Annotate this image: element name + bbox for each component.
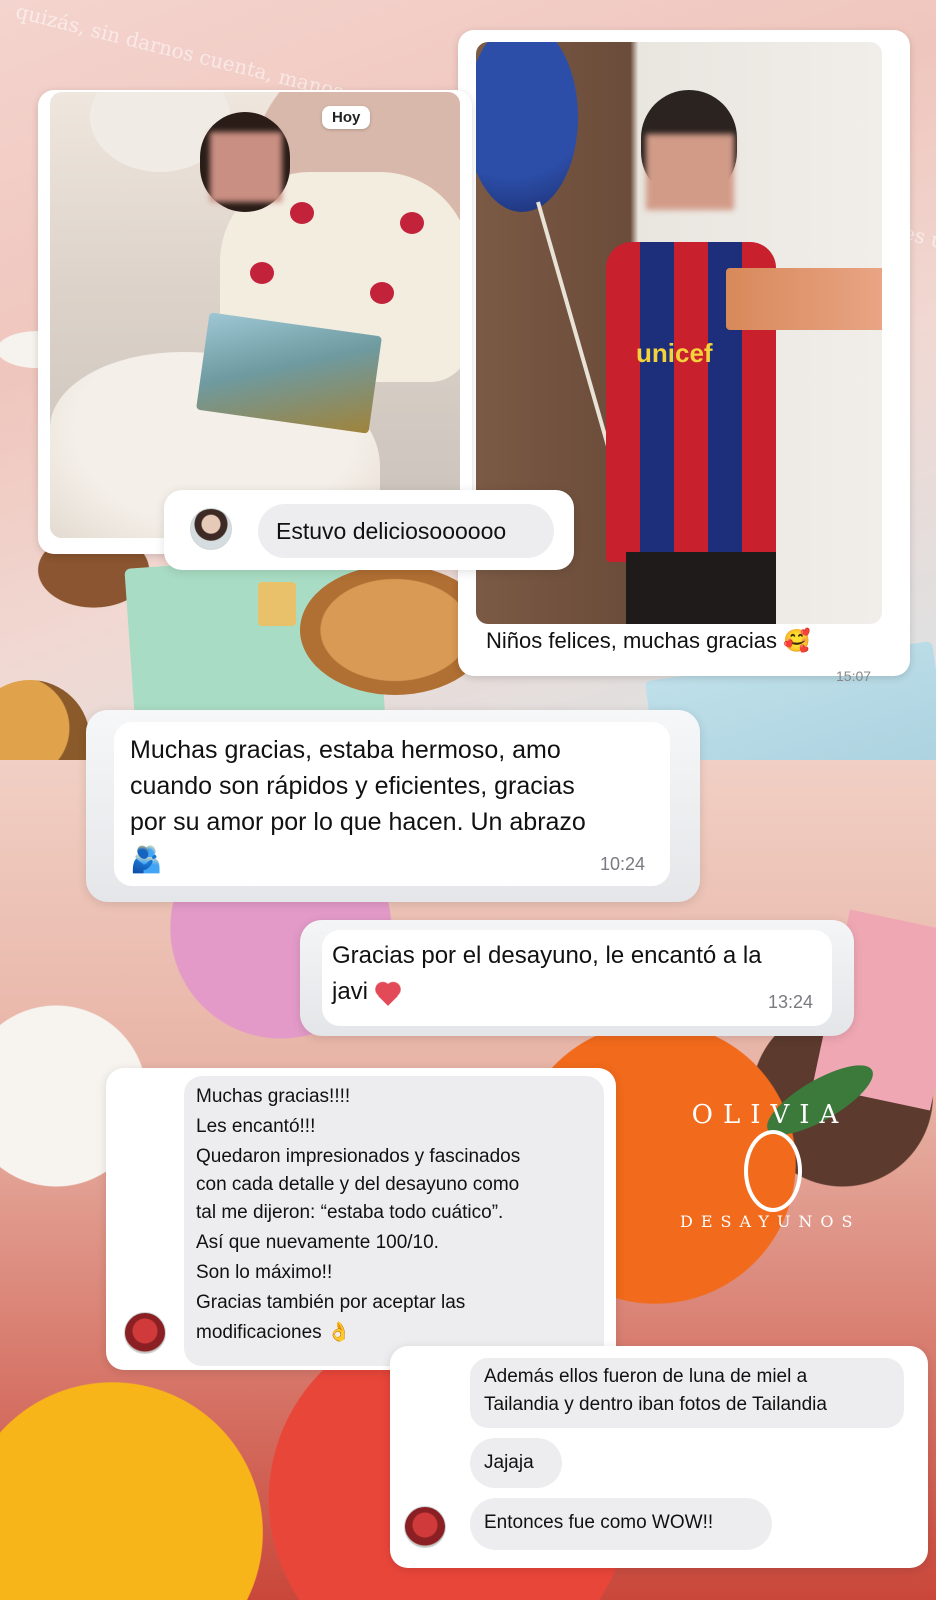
message-line: tal me dijeron: “estaba todo cuático”. bbox=[196, 1202, 504, 1223]
message-line: javi bbox=[332, 978, 401, 1006]
shirt-text: unicef bbox=[636, 338, 713, 368]
chat-screenshot-2: Muchas gracias, estaba hermoso, amo cuan… bbox=[86, 710, 700, 902]
message-text: Jajaja bbox=[484, 1452, 534, 1473]
olivia-desayunos-logo: OLIVIA DESAYUNOS bbox=[680, 1082, 860, 1262]
photo-caption: Niños felices, muchas gracias 🥰 bbox=[486, 628, 811, 653]
blurred-face bbox=[646, 134, 734, 210]
message-line: cuando son rápidos y eficientes, gracias bbox=[130, 772, 575, 800]
message-line: Quedaron impresionados y fascinados bbox=[196, 1146, 521, 1167]
logo-bottom-text: DESAYUNOS bbox=[680, 1212, 861, 1231]
chat-screenshot-1: Estuvo deliciosoooooo bbox=[164, 490, 574, 570]
message-line: Son lo máximo!! bbox=[196, 1262, 333, 1283]
boy-pants bbox=[626, 552, 776, 624]
message-line: Gracias también por aceptar las bbox=[196, 1292, 466, 1313]
message-line: Además ellos fueron de luna de miel a bbox=[484, 1366, 808, 1387]
message-line: modificaciones 👌 bbox=[196, 1322, 351, 1343]
background-tag bbox=[258, 582, 296, 626]
date-badge: Hoy bbox=[322, 106, 371, 129]
photo-girl-in-bed[interactable]: Hoy bbox=[50, 92, 460, 538]
message-text: Estuvo deliciosoooooo bbox=[276, 518, 507, 544]
message-time: 15:07 bbox=[836, 668, 872, 684]
message-line: Les encantó!!! bbox=[196, 1116, 316, 1137]
sweater-flower bbox=[400, 212, 424, 234]
message-bubble: Jajaja bbox=[470, 1438, 562, 1488]
blurred-face bbox=[210, 132, 282, 202]
sweater-flower bbox=[250, 262, 274, 284]
photo-card-girl: Hoy bbox=[38, 90, 472, 554]
avatar[interactable] bbox=[124, 1312, 166, 1354]
message-time: 10:24 bbox=[600, 854, 646, 874]
message-bubble: Estuvo deliciosoooooo bbox=[258, 504, 554, 558]
message-line: con cada detalle y del desayuno como bbox=[196, 1174, 520, 1195]
message-line: por su amor por lo que hacen. Un abrazo bbox=[130, 808, 586, 836]
sweater-flower bbox=[290, 202, 314, 224]
chat-screenshot-5: Además ellos fueron de luna de miel a Ta… bbox=[390, 1346, 928, 1568]
logo-top-text: OLIVIA bbox=[691, 1100, 849, 1130]
message-line: Tailandia y dentro iban fotos de Tailand… bbox=[484, 1394, 827, 1415]
avatar[interactable] bbox=[190, 508, 232, 550]
message-text: Entonces fue como WOW!! bbox=[484, 1512, 714, 1533]
message-line-text: javi bbox=[332, 978, 369, 1005]
message-bubble: Muchas gracias, estaba hermoso, amo cuan… bbox=[114, 722, 670, 886]
message-time: 13:24 bbox=[768, 992, 814, 1012]
message-line: Así que nuevamente 100/10. bbox=[196, 1232, 439, 1253]
avatar[interactable] bbox=[404, 1506, 446, 1548]
sweater-flower bbox=[370, 282, 394, 304]
message-bubble: Gracias por el desayuno, le encantó a la… bbox=[322, 930, 832, 1026]
message-bubble: Además ellos fueron de luna de miel a Ta… bbox=[470, 1358, 904, 1428]
message-line: Gracias por el desayuno, le encantó a la bbox=[332, 942, 762, 969]
chat-screenshot-3: Gracias por el desayuno, le encantó a la… bbox=[300, 920, 854, 1036]
hug-emoji: 🫂 bbox=[130, 844, 163, 874]
message-line: Muchas gracias, estaba hermoso, amo bbox=[130, 736, 561, 764]
photo-card-boy: unicef Niños felices, muchas gracias 🥰 1… bbox=[458, 30, 910, 684]
heart-emoji-icon bbox=[374, 980, 401, 1005]
gift-box bbox=[726, 268, 882, 330]
message-bubble: Entonces fue como WOW!! bbox=[470, 1498, 772, 1550]
message-bubble: Muchas gracias!!!! Les encantó!!! Quedar… bbox=[184, 1076, 604, 1366]
message-line: Muchas gracias!!!! bbox=[196, 1086, 351, 1107]
balloon bbox=[476, 42, 578, 212]
chat-screenshot-4: Muchas gracias!!!! Les encantó!!! Quedar… bbox=[106, 1068, 616, 1370]
logo-monogram-ring bbox=[744, 1130, 802, 1212]
